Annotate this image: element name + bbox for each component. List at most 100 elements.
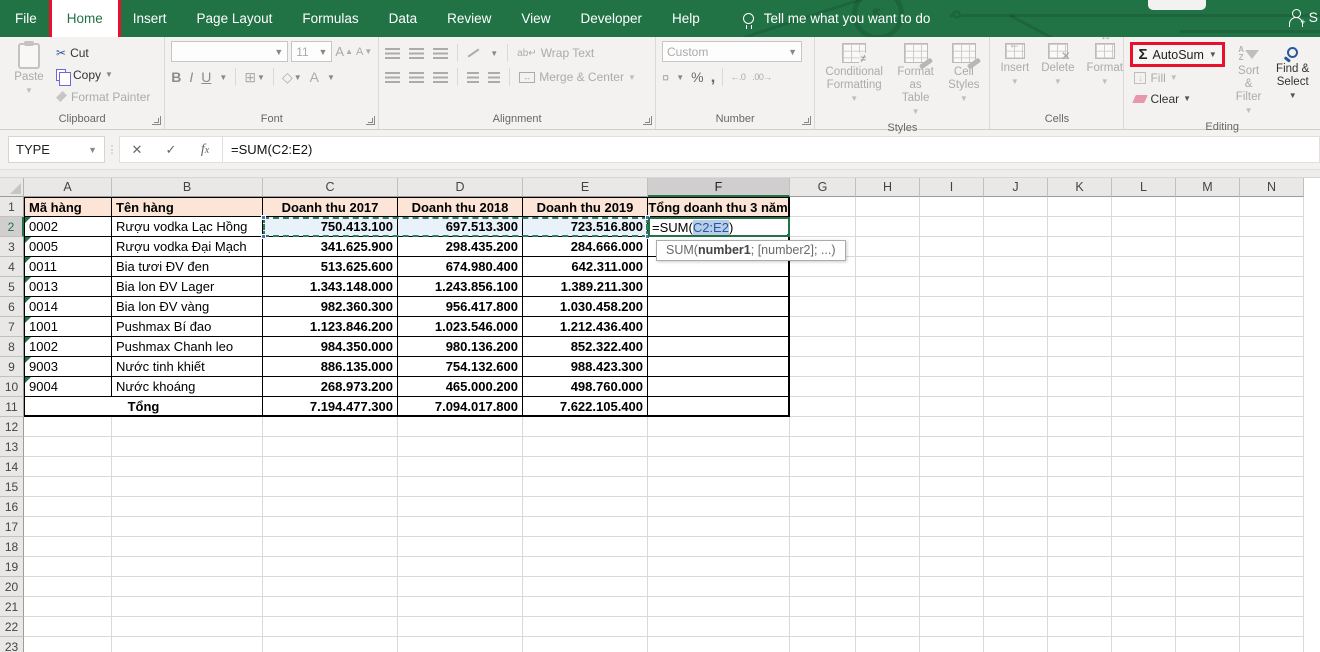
cell-G20[interactable]	[790, 577, 856, 597]
cell-E22[interactable]	[523, 617, 648, 637]
cell-F16[interactable]	[648, 497, 790, 517]
underline-button[interactable]: U	[201, 69, 211, 85]
cell-I8[interactable]	[920, 337, 984, 357]
cell-M16[interactable]	[1176, 497, 1240, 517]
cell-D22[interactable]	[398, 617, 523, 637]
cell-B1[interactable]: Tên hàng	[112, 197, 263, 217]
cell-G13[interactable]	[790, 437, 856, 457]
cell-I4[interactable]	[920, 257, 984, 277]
delete-cells-button[interactable]: ✕ Delete▼	[1037, 41, 1078, 111]
cell-D1[interactable]: Doanh thu 2018	[398, 197, 523, 217]
cell-K9[interactable]	[1048, 357, 1112, 377]
cell-F9[interactable]	[648, 357, 790, 377]
tab-help[interactable]: Help	[657, 0, 715, 37]
shrink-font-button[interactable]: A▼	[356, 41, 372, 62]
cell-G11[interactable]	[790, 397, 856, 417]
cell-M8[interactable]	[1176, 337, 1240, 357]
name-box[interactable]: TYPE ▼	[8, 136, 105, 163]
cell-H13[interactable]	[856, 437, 920, 457]
cell-I9[interactable]	[920, 357, 984, 377]
cell-E2[interactable]: 723.516.800	[523, 217, 648, 237]
cell-H2[interactable]	[856, 217, 920, 237]
cell-A5[interactable]: 0013	[24, 277, 112, 297]
cell-K3[interactable]	[1048, 237, 1112, 257]
tab-insert[interactable]: Insert	[118, 0, 182, 37]
cell-M15[interactable]	[1176, 477, 1240, 497]
cell-I1[interactable]	[920, 197, 984, 217]
cell-C21[interactable]	[263, 597, 398, 617]
cell-M22[interactable]	[1176, 617, 1240, 637]
borders-button[interactable]: ⊞▼	[244, 69, 265, 86]
cell-J2[interactable]	[984, 217, 1048, 237]
cell-C20[interactable]	[263, 577, 398, 597]
cell-H14[interactable]	[856, 457, 920, 477]
cell-N7[interactable]	[1240, 317, 1304, 337]
cell-C22[interactable]	[263, 617, 398, 637]
row-header-5[interactable]: 5	[0, 277, 24, 297]
cell-E4[interactable]: 642.311.000	[523, 257, 648, 277]
cell-J9[interactable]	[984, 357, 1048, 377]
cell-M20[interactable]	[1176, 577, 1240, 597]
cell-L2[interactable]	[1112, 217, 1176, 237]
cell-M10[interactable]	[1176, 377, 1240, 397]
insert-cells-button[interactable]: ← Insert▼	[996, 41, 1033, 111]
cell-J1[interactable]	[984, 197, 1048, 217]
cell-N16[interactable]	[1240, 497, 1304, 517]
cell-I14[interactable]	[920, 457, 984, 477]
cell-G8[interactable]	[790, 337, 856, 357]
number-format-combo[interactable]: Custom▼	[662, 41, 802, 62]
row-header-1[interactable]: 1	[0, 197, 24, 217]
cell-B13[interactable]	[112, 437, 263, 457]
cell-K11[interactable]	[1048, 397, 1112, 417]
cell-M14[interactable]	[1176, 457, 1240, 477]
cell-F10[interactable]	[648, 377, 790, 397]
cell-M2[interactable]	[1176, 217, 1240, 237]
cell-D2[interactable]: 697.513.300	[398, 217, 523, 237]
cell-I2[interactable]	[920, 217, 984, 237]
row-header-21[interactable]: 21	[0, 597, 24, 617]
row-header-10[interactable]: 10	[0, 377, 24, 397]
cell-G16[interactable]	[790, 497, 856, 517]
cell-G1[interactable]	[790, 197, 856, 217]
cell-M23[interactable]	[1176, 637, 1240, 652]
col-header-B[interactable]: B	[112, 178, 263, 197]
cell-C9[interactable]: 886.135.000	[263, 357, 398, 377]
col-header-M[interactable]: M	[1176, 178, 1240, 197]
cell-F13[interactable]	[648, 437, 790, 457]
cell-N23[interactable]	[1240, 637, 1304, 652]
cell-J6[interactable]	[984, 297, 1048, 317]
cell-N18[interactable]	[1240, 537, 1304, 557]
align-center-button[interactable]	[409, 72, 424, 83]
cell-K20[interactable]	[1048, 577, 1112, 597]
decrease-indent-button[interactable]	[467, 72, 479, 83]
cell-J20[interactable]	[984, 577, 1048, 597]
cell-E9[interactable]: 988.423.300	[523, 357, 648, 377]
cell-B14[interactable]	[112, 457, 263, 477]
cell-G15[interactable]	[790, 477, 856, 497]
cell-E10[interactable]: 498.760.000	[523, 377, 648, 397]
cell-I5[interactable]	[920, 277, 984, 297]
col-header-J[interactable]: J	[984, 178, 1048, 197]
cell-D4[interactable]: 674.980.400	[398, 257, 523, 277]
col-header-A[interactable]: A	[24, 178, 112, 197]
cell-A12[interactable]	[24, 417, 112, 437]
row-header-4[interactable]: 4	[0, 257, 24, 277]
cell-G23[interactable]	[790, 637, 856, 652]
cell-F1[interactable]: Tổng doanh thu 3 năm	[648, 197, 790, 217]
cell-I10[interactable]	[920, 377, 984, 397]
cell-K5[interactable]	[1048, 277, 1112, 297]
cell-J22[interactable]	[984, 617, 1048, 637]
cell-L23[interactable]	[1112, 637, 1176, 652]
tab-file[interactable]: File	[0, 0, 52, 37]
cell-D18[interactable]	[398, 537, 523, 557]
row-header-14[interactable]: 14	[0, 457, 24, 477]
cell-C5[interactable]: 1.343.148.000	[263, 277, 398, 297]
cell-A7[interactable]: 1001	[24, 317, 112, 337]
cell-F6[interactable]	[648, 297, 790, 317]
col-header-E[interactable]: E	[523, 178, 648, 197]
col-header-L[interactable]: L	[1112, 178, 1176, 197]
find-select-button[interactable]: Find & Select ▼	[1271, 41, 1314, 119]
cell-H21[interactable]	[856, 597, 920, 617]
cell-K21[interactable]	[1048, 597, 1112, 617]
tab-view[interactable]: View	[506, 0, 565, 37]
